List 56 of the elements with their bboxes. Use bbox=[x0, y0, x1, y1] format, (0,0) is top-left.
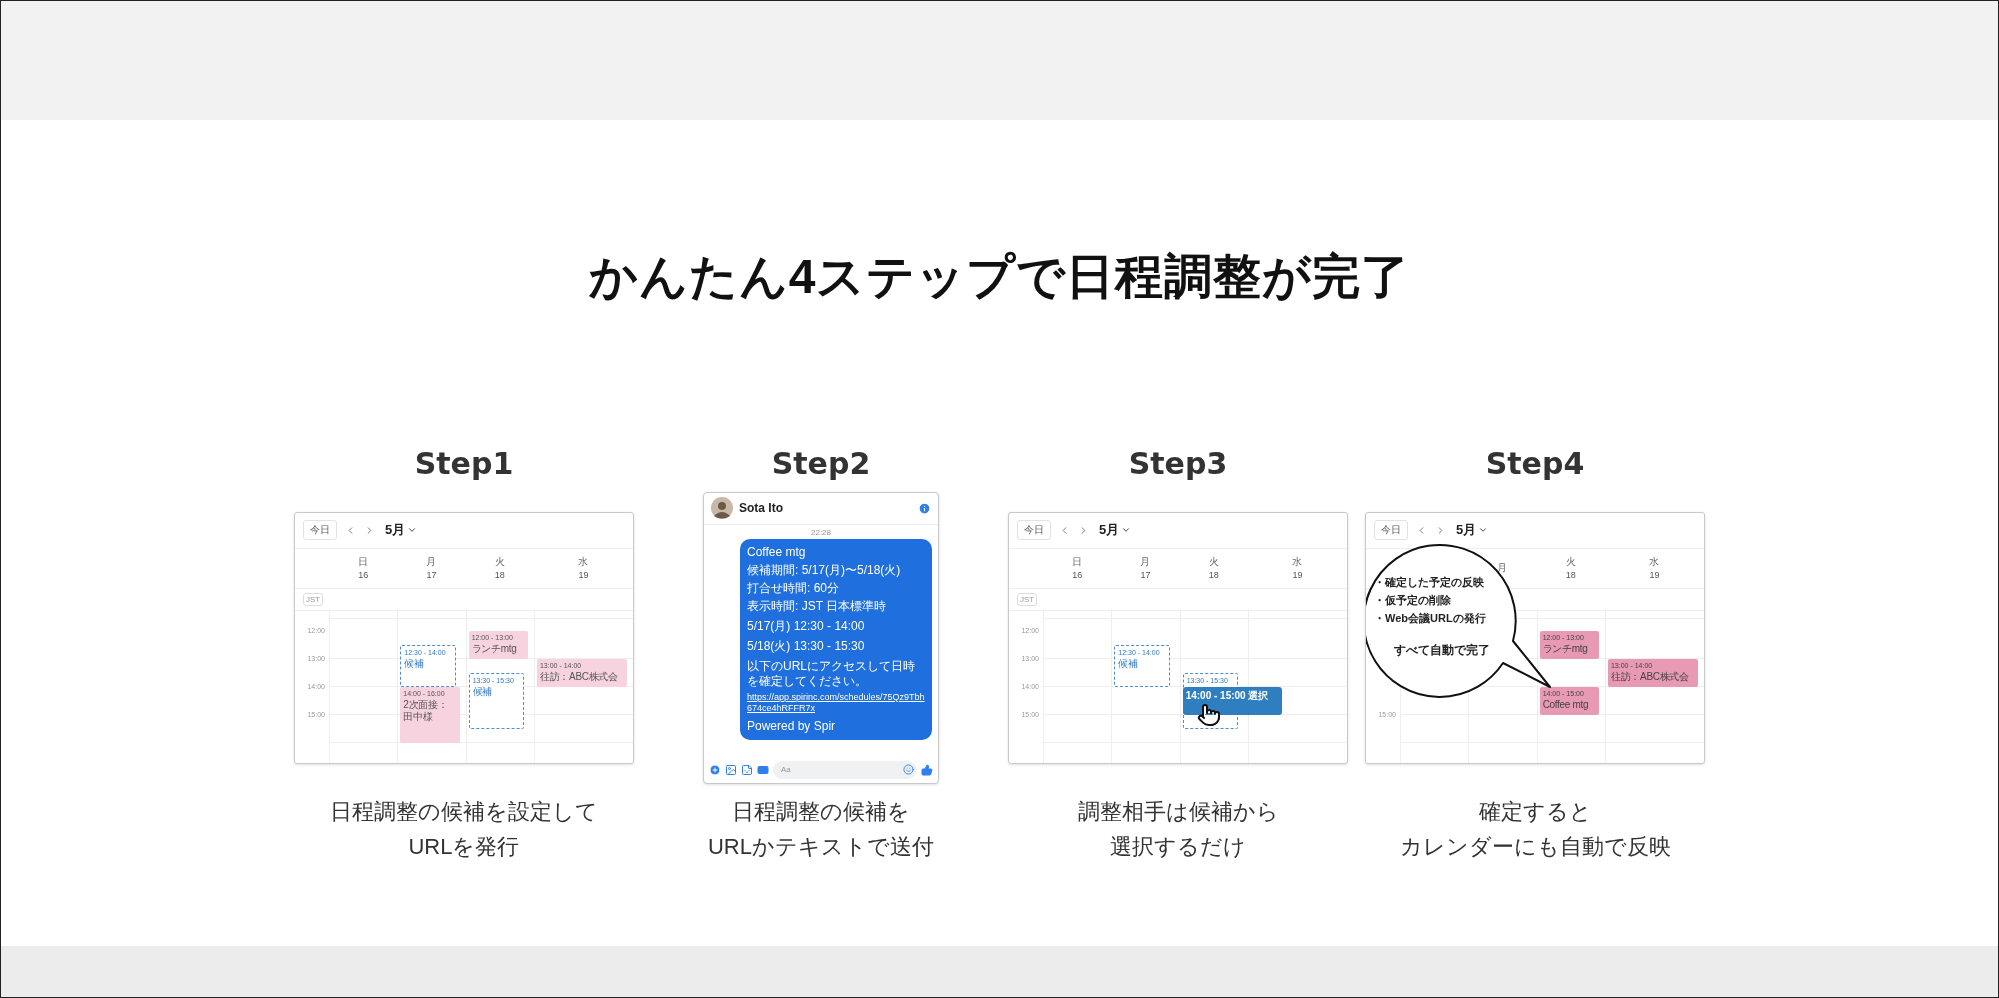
weekday-label: 火 bbox=[1565, 555, 1576, 568]
step-heading: Step3 bbox=[1128, 444, 1228, 483]
date-label: 19 bbox=[1292, 569, 1303, 581]
message-line: Coffee mtg bbox=[747, 544, 807, 560]
message-line: 5/17(月) 12:30 - 14:00 bbox=[747, 618, 866, 634]
weekday-label: 水 bbox=[578, 555, 589, 568]
weekday-label: 月 bbox=[1497, 562, 1508, 575]
event-time: 14:00 - 15:00 選択 bbox=[1185, 688, 1270, 703]
message-line: 以下のURLにアクセスして日時を確定してください。 bbox=[747, 658, 916, 689]
event-title: 候補 bbox=[472, 685, 494, 698]
step-caption: 日程調整の候補を設定して URLを発行 bbox=[330, 797, 598, 861]
date-label: 19 bbox=[1649, 569, 1660, 581]
weekday-label: 火 bbox=[1208, 555, 1219, 568]
event-title: 往訪：ABC株式会 bbox=[1610, 670, 1690, 683]
callout-footer: すべて自動で完了 bbox=[1374, 642, 1510, 658]
step-heading: Step2 bbox=[771, 444, 871, 483]
message-line: 打合せ時間: 60分 bbox=[747, 580, 840, 596]
event-title: Coffee mtg bbox=[1542, 698, 1590, 711]
event-title: ランチmtg bbox=[471, 642, 518, 655]
weekday-label: 日 bbox=[358, 555, 369, 568]
weekday-label: 水 bbox=[1649, 555, 1660, 568]
message-line: 5/18(火) 13:30 - 15:30 bbox=[747, 638, 866, 654]
step-heading: Step4 bbox=[1485, 444, 1585, 483]
event-title: ランチmtg bbox=[1542, 642, 1589, 655]
date-label: 16 bbox=[1072, 569, 1083, 581]
callout-item: ・確定した予定の反映 bbox=[1374, 574, 1485, 590]
date-label: 18 bbox=[494, 569, 505, 581]
step-heading: Step1 bbox=[414, 444, 514, 483]
step-caption: 日程調整の候補を URLかテキストで送付 bbox=[708, 797, 934, 861]
weekday-label: 月 bbox=[426, 555, 437, 568]
timezone-tag: JST bbox=[1017, 592, 1038, 606]
message-line: 表示時間: JST 日本標準時 bbox=[747, 598, 888, 614]
date-label: 17 bbox=[1140, 569, 1151, 581]
event-title: 往訪：ABC株式会 bbox=[539, 670, 619, 683]
message-time: 22:28 bbox=[811, 527, 831, 537]
message-line: 候補期間: 5/17(月)〜5/18(火) bbox=[747, 562, 902, 578]
message-line: Powered by Spir bbox=[747, 718, 837, 734]
callout-item: ・仮予定の削除 bbox=[1374, 592, 1452, 608]
date-label: 18 bbox=[1565, 569, 1576, 581]
weekday-label: 月 bbox=[1140, 555, 1151, 568]
callout-item: ・Web会議URLの発行 bbox=[1374, 610, 1487, 626]
step-caption: 調整相手は候補から 選択するだけ bbox=[1077, 797, 1279, 861]
event-title: 候補 bbox=[404, 657, 425, 670]
weekday-label: 火 bbox=[494, 555, 505, 568]
date-label: 19 bbox=[578, 569, 589, 581]
contact-name: Sota Ito bbox=[739, 501, 784, 516]
date-label: 16 bbox=[358, 569, 369, 581]
date-label: 17 bbox=[426, 569, 437, 581]
weekday-label: 日 bbox=[1072, 555, 1083, 568]
timezone-tag: JST bbox=[303, 592, 324, 606]
event-title: 候補 bbox=[1118, 657, 1139, 670]
date-label: 18 bbox=[1208, 569, 1219, 581]
page-title: かんたん4ステップで日程調整が完了 bbox=[588, 249, 1411, 305]
event-title: 2次面接：田中様 bbox=[403, 698, 449, 723]
weekday-label: 水 bbox=[1292, 555, 1303, 568]
step-caption: 確定すると カレンダーにも自動で反映 bbox=[1399, 797, 1671, 861]
